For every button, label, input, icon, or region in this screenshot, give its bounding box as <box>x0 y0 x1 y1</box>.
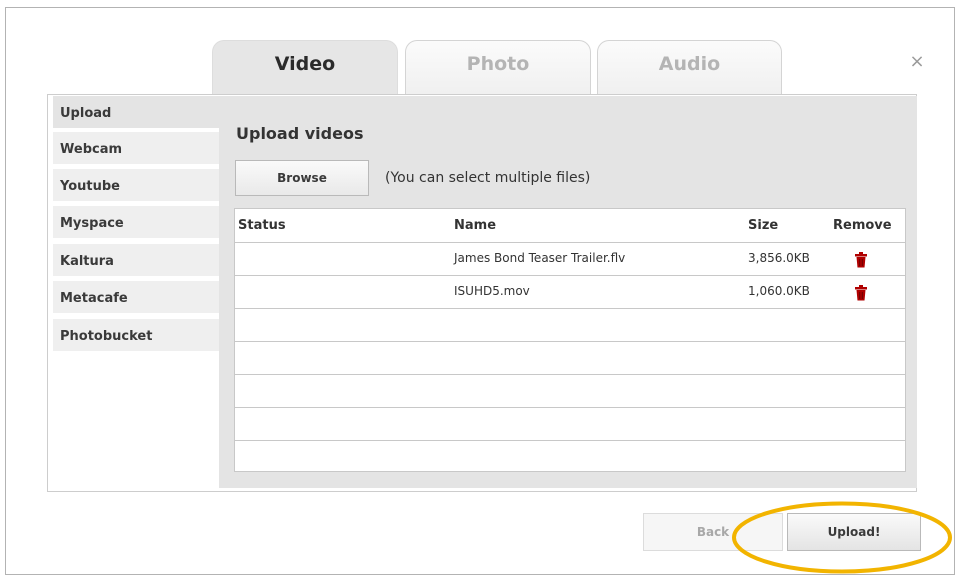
table-row <box>235 309 905 342</box>
row-name: James Bond Teaser Trailer.flv <box>454 251 626 265</box>
table-row: ISUHD5.mov 1,060.0KB <box>235 276 905 309</box>
sidebar-item-myspace[interactable]: Myspace <box>53 206 219 240</box>
sidebar-item-upload[interactable]: Upload <box>53 96 219 130</box>
sidebar-item-photobucket[interactable]: Photobucket <box>53 319 219 353</box>
header-name: Name <box>454 218 497 233</box>
table-row <box>235 375 905 408</box>
header-status: Status <box>238 218 286 233</box>
upload-button[interactable]: Upload! <box>787 513 921 551</box>
sidebar-item-metacafe[interactable]: Metacafe <box>53 281 219 315</box>
trash-icon[interactable] <box>854 285 868 301</box>
browse-button[interactable]: Browse <box>235 160 369 196</box>
table-row <box>235 342 905 375</box>
trash-icon[interactable] <box>854 252 868 268</box>
back-button[interactable]: Back <box>643 513 783 551</box>
header-remove: Remove <box>833 218 892 233</box>
tab-video[interactable]: Video <box>212 40 398 96</box>
table-row <box>235 441 905 474</box>
tab-photo[interactable]: Photo <box>405 40 591 94</box>
page-title: Upload videos <box>236 124 364 143</box>
table-header: Status Name Size Remove <box>235 209 905 243</box>
sidebar-item-webcam[interactable]: Webcam <box>53 132 219 166</box>
sidebar-item-kaltura[interactable]: Kaltura <box>53 244 219 278</box>
header-size: Size <box>748 218 779 233</box>
row-size: 1,060.0KB <box>748 284 810 298</box>
close-icon[interactable]: × <box>907 52 927 72</box>
table-row <box>235 408 905 441</box>
row-size: 3,856.0KB <box>748 251 810 265</box>
browse-hint: (You can select multiple files) <box>385 170 591 186</box>
tab-audio[interactable]: Audio <box>597 40 782 94</box>
row-name: ISUHD5.mov <box>454 284 530 298</box>
table-row: James Bond Teaser Trailer.flv 3,856.0KB <box>235 243 905 276</box>
sidebar-item-youtube[interactable]: Youtube <box>53 169 219 203</box>
file-table: Status Name Size Remove James Bond Tease… <box>234 208 906 472</box>
